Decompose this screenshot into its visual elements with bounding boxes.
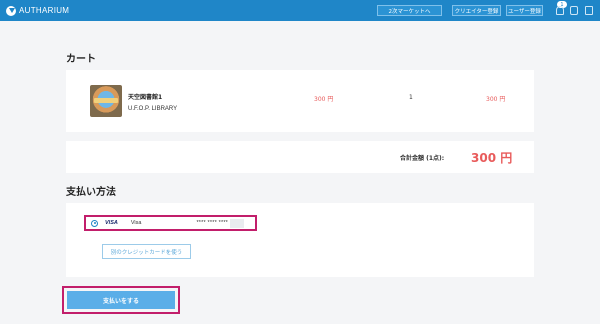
- top-bar: AUTHARIUM 2次マーケットへ クリエイター登録 ユーザー登録 1: [0, 0, 600, 21]
- logo-icon: [6, 5, 16, 16]
- payment-card: VISA Visa **** **** **** 別のクレジットカードを使う: [66, 203, 534, 277]
- user-register-button[interactable]: ユーザー登録: [506, 5, 543, 16]
- payment-heading: 支払い方法: [66, 187, 116, 198]
- item-thumbnail[interactable]: [90, 85, 122, 117]
- cart-item-card: 天空図書館1 U.F.O.P. LIBRARY 300 円 1 300 円: [66, 70, 534, 132]
- brand-name: AUTHARIUM: [19, 6, 70, 15]
- card-name: Visa: [130, 220, 142, 226]
- cart-icon[interactable]: [570, 6, 578, 15]
- market-nav-button[interactable]: 2次マーケットへ: [377, 5, 442, 16]
- pay-button[interactable]: 支払いをする: [67, 291, 175, 309]
- brand-logo[interactable]: AUTHARIUM: [6, 5, 70, 16]
- item-title[interactable]: 天空図書館1: [128, 92, 162, 101]
- visa-logo-icon: VISA: [105, 220, 118, 226]
- item-unit-price: 300 円: [314, 96, 334, 103]
- cart-heading: カート: [66, 54, 96, 65]
- creator-register-button[interactable]: クリエイター登録: [452, 5, 501, 16]
- item-quantity: 1: [409, 94, 413, 101]
- item-subtotal: 300 円: [486, 96, 506, 103]
- item-author: U.F.O.P. LIBRARY: [128, 106, 178, 112]
- menu-icon[interactable]: [585, 6, 593, 15]
- card-radio[interactable]: [91, 219, 98, 227]
- cart-total-card: 合計金額 (1点): 300 円: [66, 141, 534, 173]
- use-other-card-button[interactable]: 別のクレジットカードを使う: [102, 244, 191, 259]
- thumbnail-decoration: [94, 98, 118, 103]
- card-number-masked: [230, 218, 244, 228]
- notification-icon[interactable]: [556, 6, 564, 15]
- card-number: **** **** ****: [196, 220, 228, 226]
- total-value: 300 円: [471, 151, 513, 165]
- total-label: 合計金額 (1点):: [400, 155, 445, 162]
- saved-card-option[interactable]: VISA Visa **** **** ****: [84, 215, 257, 231]
